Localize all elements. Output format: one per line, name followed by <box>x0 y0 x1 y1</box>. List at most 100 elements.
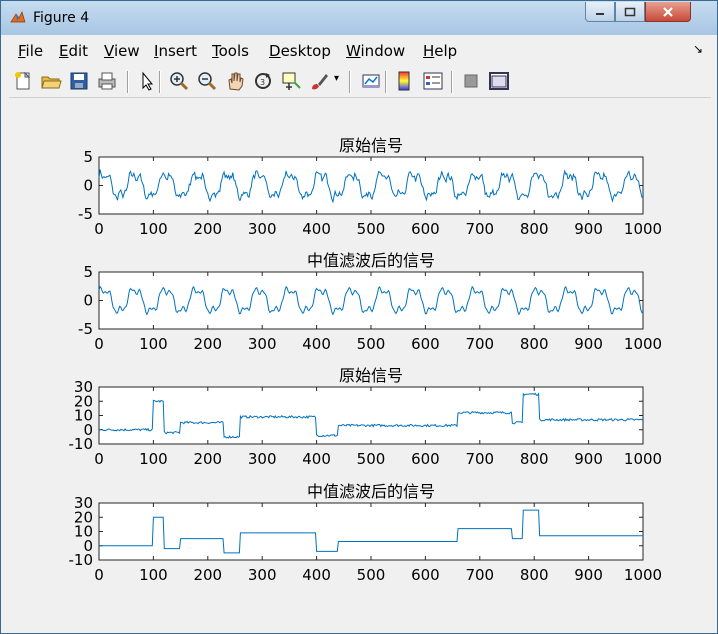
menu-label: esktop <box>280 42 331 60</box>
menu-accelerator: D <box>269 42 281 60</box>
x-tick-label: 300 <box>248 335 277 353</box>
y-tick-label: 5 <box>83 263 93 281</box>
x-tick-label: 0 <box>94 566 104 584</box>
x-tick-label: 400 <box>302 566 331 584</box>
menu-accelerator: T <box>212 42 219 60</box>
brush-icon[interactable] <box>308 70 330 92</box>
menu-insert[interactable]: Insert <box>154 42 197 60</box>
pan-icon[interactable] <box>224 70 246 92</box>
x-tick-label: 300 <box>248 450 277 468</box>
menu-accelerator: V <box>104 42 114 60</box>
menu-label: ools <box>218 42 249 60</box>
y-tick-label: 30 <box>74 378 93 396</box>
x-tick-label: 700 <box>465 220 494 238</box>
brush-dropdown-icon[interactable]: ▾ <box>334 73 339 84</box>
save-icon[interactable] <box>68 70 90 92</box>
data-cursor-icon[interactable] <box>280 70 302 92</box>
x-tick-label: 600 <box>411 335 440 353</box>
plot-area <box>98 156 644 215</box>
open-file-icon[interactable] <box>40 70 62 92</box>
x-tick-label: 300 <box>248 220 277 238</box>
toolbar-separator <box>451 71 453 93</box>
minimize-button[interactable] <box>585 2 615 22</box>
menu-accelerator: H <box>423 42 435 60</box>
title-bar[interactable]: Figure 4 <box>1 1 717 35</box>
new-figure-icon[interactable] <box>12 70 34 92</box>
x-tick-label: 200 <box>193 450 222 468</box>
x-tick-label: 500 <box>357 566 386 584</box>
x-tick-label: 100 <box>139 450 168 468</box>
menu-desktop[interactable]: Desktop <box>269 42 331 60</box>
x-tick-label: 600 <box>411 450 440 468</box>
menu-window[interactable]: Window <box>346 42 405 60</box>
x-tick-label: 400 <box>302 335 331 353</box>
close-button[interactable] <box>645 2 691 22</box>
menu-label: iew <box>113 42 140 60</box>
maximize-icon <box>624 7 636 16</box>
x-tick-label: 500 <box>357 220 386 238</box>
hide-plot-tools-icon[interactable] <box>460 70 482 92</box>
x-tick-label: 300 <box>248 566 277 584</box>
x-tick-label: 900 <box>574 335 603 353</box>
x-tick-label: 900 <box>574 566 603 584</box>
legend-icon[interactable] <box>422 70 444 92</box>
print-icon[interactable] <box>96 70 118 92</box>
link-plot-icon[interactable] <box>360 70 382 92</box>
y-tick-label: 0 <box>83 177 93 195</box>
menu-label: ile <box>25 42 44 60</box>
svg-text:3: 3 <box>260 78 265 87</box>
plot-axes-2: 中值滤波后的信号 0 100 200 300 400 500 600 700 800 900 1000… <box>78 251 662 353</box>
colorbar-icon[interactable] <box>394 70 416 92</box>
x-tick-label: 100 <box>139 220 168 238</box>
plot-area <box>98 502 644 561</box>
x-tick-label: 200 <box>193 566 222 584</box>
x-tick-label: 0 <box>94 450 104 468</box>
close-icon <box>663 6 673 17</box>
x-tick-label: 0 <box>94 220 104 238</box>
x-tick-label: 600 <box>411 566 440 584</box>
menu-file[interactable]: File <box>18 42 43 60</box>
x-tick-label: 1000 <box>624 450 662 468</box>
plot-axes-1: 原始信号0 100 200 300 400 500 600 700 800 900 1000-505 <box>78 136 662 238</box>
show-plot-tools-icon[interactable] <box>488 70 510 92</box>
x-tick-label: 200 <box>193 220 222 238</box>
menu-label: elp <box>434 42 458 60</box>
zoom-in-icon[interactable] <box>168 70 190 92</box>
figure-toolbar: 3 ▾ <box>9 65 711 98</box>
x-tick-label: 1000 <box>624 220 662 238</box>
plot-title: 原始信号 <box>339 136 403 155</box>
menu-view[interactable]: View <box>104 42 140 60</box>
menu-bar: File Edit View Insert Tools Desktop Window Help… <box>9 37 711 63</box>
x-tick-label: 800 <box>520 450 549 468</box>
plot-area <box>98 386 644 445</box>
x-tick-label: 1000 <box>624 335 662 353</box>
dock-arrow-icon[interactable]: ↘ <box>693 42 703 56</box>
toolbar-separator <box>159 71 161 93</box>
x-tick-label: 800 <box>520 220 549 238</box>
window-title: Figure 4 <box>33 10 90 26</box>
zoom-out-icon[interactable] <box>196 70 218 92</box>
x-tick-label: 800 <box>520 566 549 584</box>
pointer-icon[interactable] <box>136 70 158 92</box>
plot-axes-4: 中值滤波后的信号 0 100 200 300 400 500 600 700 800 900 1000… <box>69 482 663 584</box>
x-tick-label: 0 <box>94 335 104 353</box>
menu-label: indow <box>360 42 406 60</box>
y-tick-label: 30 <box>74 494 93 512</box>
x-tick-label: 600 <box>411 220 440 238</box>
maximize-button[interactable] <box>615 2 645 22</box>
matlab-icon <box>10 11 26 23</box>
rotate-3d-icon[interactable]: 3 <box>252 70 274 92</box>
menu-tools[interactable]: Tools <box>212 42 249 60</box>
menu-help[interactable]: Help <box>423 42 457 60</box>
menu-accelerator: W <box>346 42 361 60</box>
y-tick-label: -5 <box>78 320 93 338</box>
figure-canvas: 原始信号0 100 200 300 400 500 600 700 800 900 1000-505… <box>9 99 711 627</box>
x-tick-label: 400 <box>302 220 331 238</box>
menu-label: nsert <box>158 42 198 60</box>
menu-edit[interactable]: Edit <box>59 42 88 60</box>
x-tick-label: 500 <box>357 450 386 468</box>
x-tick-label: 700 <box>465 335 494 353</box>
x-tick-label: 800 <box>520 335 549 353</box>
x-tick-label: 100 <box>139 335 168 353</box>
x-tick-label: 500 <box>357 335 386 353</box>
